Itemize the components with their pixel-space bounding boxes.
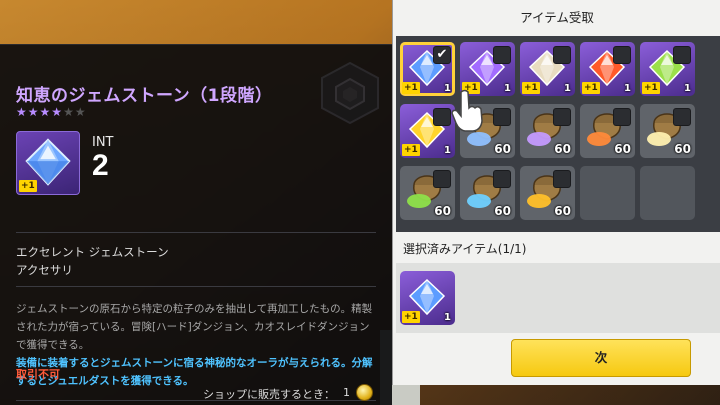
dust-pouch-slot[interactable]: 60	[520, 166, 575, 220]
item-tooltip: 知恵のジェムストーン（1段階） ★★★★★★ +1 INT 2 エクセレント ジ…	[0, 44, 392, 405]
stat-name: INT	[92, 135, 114, 150]
dust-pouch-slot[interactable]: 60	[400, 166, 455, 220]
item-quantity: 1	[444, 145, 451, 156]
gemstone-slot[interactable]: +1 1	[580, 42, 635, 96]
description-text: ジェムストーンの原石から特定の粒子のみを抽出して再加工したもの。精製された力が宿…	[16, 303, 373, 351]
select-checkbox[interactable]	[613, 108, 631, 126]
enhance-badge: +1	[642, 82, 660, 94]
item-quantity: 60	[494, 204, 511, 218]
divider	[16, 286, 376, 287]
dust-pouch-slot[interactable]: 60	[580, 104, 635, 158]
hand-pointer-icon	[451, 89, 483, 132]
gemstone-slot[interactable]: +1 1 ✔	[400, 42, 455, 96]
select-checkbox[interactable]	[493, 46, 511, 64]
item-receive-dialog: アイテム受取 +1 1 ✔ +1 1 +1 1 +1 1 +1 1 +1 1 60 60 60 60 60 60 60…	[392, 0, 720, 385]
item-grade: エクセレント ジェムストーン	[16, 245, 169, 259]
item-quantity: 60	[554, 142, 571, 156]
gemstone-slot[interactable]: +1 1	[400, 104, 455, 158]
item-quantity: 1	[564, 83, 571, 94]
selected-item-slot[interactable]: +1 1	[400, 271, 455, 325]
select-checkbox[interactable]	[493, 108, 511, 126]
item-quantity: 60	[434, 204, 451, 218]
enhance-badge: +1	[402, 82, 420, 94]
item-quantity: 1	[504, 83, 511, 94]
select-checkbox[interactable]	[553, 170, 571, 188]
sell-price-label: ショップに販売するとき：	[203, 388, 335, 401]
item-grid: +1 1 ✔ +1 1 +1 1 +1 1 +1 1 +1 1 60 60 60 60 60 60 60	[396, 36, 720, 232]
next-button[interactable]: 次	[511, 339, 691, 377]
gemstone-slot[interactable]: +1 1	[640, 42, 695, 96]
item-quantity: 60	[494, 142, 511, 156]
star-filled-icon: ★	[39, 105, 52, 119]
select-checkbox[interactable]	[493, 170, 511, 188]
select-checkbox[interactable]	[673, 46, 691, 64]
item-description: ジェムストーンの原石から特定の粒子のみを抽出して再加工したもの。精製された力が宿…	[16, 300, 376, 390]
effect-text: 装備に装着するとジェムストーンに宿る神秘的なオーラが与えられる。分解するとジュエ…	[16, 357, 373, 387]
item-quantity: 60	[674, 142, 691, 156]
select-checkbox[interactable]: ✔	[433, 46, 451, 64]
select-checkbox[interactable]	[673, 108, 691, 126]
dust-pouch-slot[interactable]: 60	[640, 104, 695, 158]
item-icon: +1	[16, 131, 80, 195]
enhance-badge: +1	[402, 311, 420, 323]
hex-emblem-icon	[321, 61, 379, 125]
item-quantity: 1	[624, 83, 631, 94]
dust-pouch-slot[interactable]: 60	[460, 166, 515, 220]
sell-price-value: 1	[343, 386, 350, 399]
select-checkbox[interactable]	[553, 108, 571, 126]
star-filled-icon: ★	[51, 105, 64, 119]
star-filled-icon: ★	[27, 105, 40, 119]
empty-slot	[640, 166, 695, 220]
selected-items-area: +1 1	[396, 263, 720, 333]
select-checkbox[interactable]	[553, 46, 571, 64]
coin-icon	[356, 384, 373, 401]
dialog-title: アイテム受取	[520, 10, 594, 25]
star-empty-icon: ★	[63, 105, 75, 119]
dust-pouch-slot[interactable]: 60	[520, 104, 575, 158]
item-quantity: 1	[444, 312, 451, 323]
selected-items-label: 選択済みアイテム(1/1)	[403, 242, 527, 256]
star-filled-icon: ★	[16, 105, 28, 119]
stat-value: 2	[92, 149, 109, 182]
item-name: 知恵のジェムストーン（1段階）	[16, 86, 273, 106]
star-rating: ★★★★★★	[16, 105, 87, 119]
trade-status: 取引不可	[16, 368, 60, 381]
select-checkbox[interactable]	[613, 46, 631, 64]
select-checkbox[interactable]	[433, 170, 451, 188]
enhance-badge: +1	[582, 82, 600, 94]
enhance-badge: +1	[402, 144, 420, 156]
gemstone-slot[interactable]: +1 1	[520, 42, 575, 96]
enhance-badge: +1	[522, 82, 540, 94]
item-quantity: 60	[554, 204, 571, 218]
star-empty-icon: ★	[74, 105, 87, 119]
item-quantity: 60	[614, 142, 631, 156]
divider	[16, 232, 376, 233]
item-quantity: 1	[684, 83, 691, 94]
empty-slot	[580, 166, 635, 220]
item-category: アクセサリ	[16, 263, 73, 277]
enhance-badge: +1	[19, 180, 37, 192]
